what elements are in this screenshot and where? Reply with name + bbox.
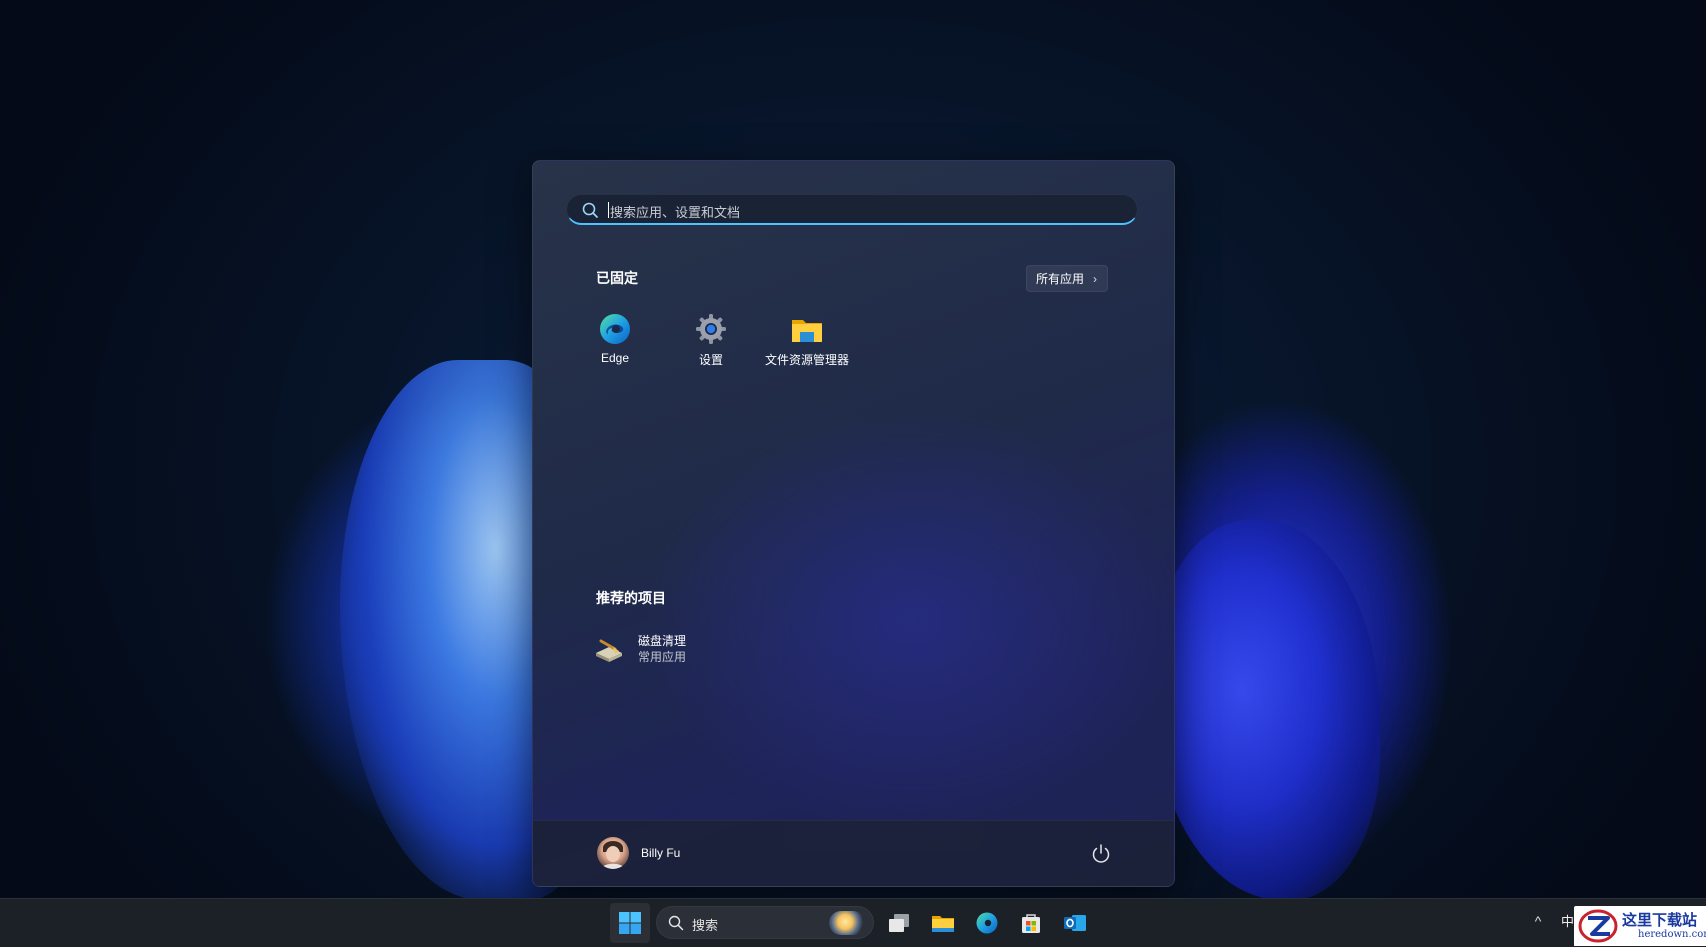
all-apps-label: 所有应用 — [1036, 271, 1085, 286]
task-view-icon — [889, 914, 909, 932]
wallpaper-bloom-right — [1150, 520, 1380, 900]
user-name[interactable]: Billy Fu — [641, 846, 680, 860]
recommended-item-name: 磁盘清理 — [638, 634, 687, 648]
pinned-app-label: 文件资源管理器 — [764, 353, 849, 367]
watermark-logo: 这里下载站 heredown.com — [1574, 906, 1706, 946]
taskbar: 搜索 ^ 中 — [0, 898, 1706, 947]
taskbar-file-explorer[interactable] — [923, 903, 963, 943]
user-avatar[interactable] — [597, 837, 629, 869]
taskbar-store[interactable] — [1011, 903, 1051, 943]
recommended-item-subtitle: 常用应用 — [638, 650, 687, 664]
taskbar-search-label: 搜索 — [692, 918, 719, 933]
recommended-item-disk-cleanup[interactable]: 磁盘清理 常用应用 — [593, 629, 853, 669]
tray-overflow-chevron-icon[interactable]: ^ — [1528, 911, 1548, 931]
recommended-section-title: 推荐的项目 — [596, 590, 666, 606]
task-view-button[interactable] — [879, 903, 919, 943]
search-icon — [582, 202, 598, 218]
disk-cleanup-icon — [596, 639, 622, 662]
edge-icon — [600, 314, 630, 344]
pinned-app-edge[interactable]: Edge — [567, 311, 663, 377]
power-icon[interactable] — [1088, 841, 1114, 867]
file-explorer-folder-icon — [932, 916, 954, 932]
start-button[interactable] — [610, 903, 650, 943]
settings-gear-icon — [696, 314, 726, 344]
pinned-app-file-explorer[interactable]: 文件资源管理器 — [759, 311, 855, 377]
start-menu: 搜索应用、设置和文档 已固定 所有应用 › Edge 设置 文件资源管理器 推荐… — [532, 160, 1175, 887]
chevron-right-icon: › — [1093, 271, 1098, 286]
file-explorer-folder-icon — [792, 320, 822, 342]
pinned-app-settings[interactable]: 设置 — [663, 311, 759, 377]
store-bag-icon — [1022, 914, 1040, 933]
input-method-indicator[interactable]: 中 — [1561, 911, 1574, 930]
outlook-icon — [1064, 915, 1086, 931]
watermark-url: heredown.com — [1638, 929, 1706, 940]
search-placeholder: 搜索应用、设置和文档 — [610, 205, 741, 220]
start-search-input[interactable]: 搜索应用、设置和文档 — [566, 194, 1138, 225]
all-apps-button[interactable]: 所有应用 › — [1026, 265, 1109, 292]
search-highlight-icon — [829, 911, 865, 935]
taskbar-outlook[interactable] — [1055, 903, 1095, 943]
watermark-z-logo-icon — [1578, 909, 1618, 943]
windows-logo-icon — [619, 912, 641, 934]
taskbar-edge[interactable] — [967, 903, 1007, 943]
pinned-section-title: 已固定 — [596, 270, 638, 286]
user-face-icon — [601, 841, 625, 869]
watermark-title: 这里下载站 — [1622, 911, 1698, 929]
text-caret — [608, 202, 609, 218]
taskbar-search-box[interactable]: 搜索 — [656, 906, 874, 939]
edge-icon — [976, 912, 998, 934]
search-icon — [668, 915, 684, 931]
start-menu-footer: Billy Fu — [533, 820, 1174, 886]
